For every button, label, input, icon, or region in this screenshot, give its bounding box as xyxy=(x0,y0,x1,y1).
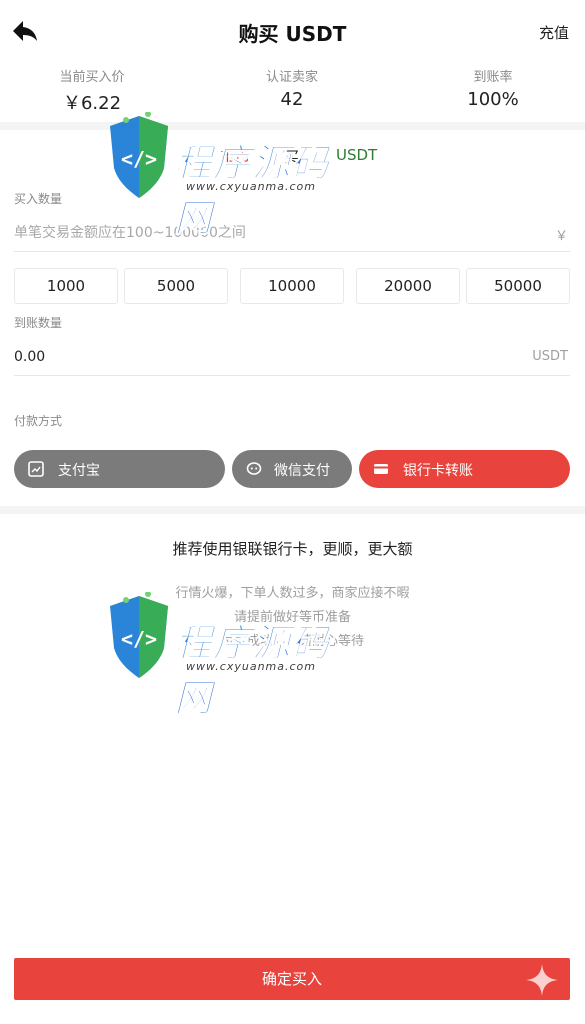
stat-arrival-rate: 到账率 100% xyxy=(413,66,573,110)
watermark-logo: </> 程序源码网 www.cxyuanma.com xyxy=(104,592,354,721)
stat-label: 当前买入价 xyxy=(59,70,125,85)
payment-method-row: 支付宝 微信支付 银行卡转账 xyxy=(14,450,570,488)
payment-label: 银行卡转账 xyxy=(403,463,473,479)
stat-current-price: 当前买入价 ￥6.22 xyxy=(12,66,172,115)
quick-amount-button[interactable]: 20000 xyxy=(356,268,460,304)
payment-method-label: 付款方式 xyxy=(14,414,63,428)
quick-amount-button[interactable]: 10000 xyxy=(240,268,344,304)
payment-label: 支付宝 xyxy=(58,463,100,479)
quick-amount-button[interactable]: 1000 xyxy=(14,268,118,304)
watermark-brand-part1: 程序 xyxy=(173,141,253,186)
receive-amount-row: USDT xyxy=(14,342,570,376)
receive-amount-label: 到账数量 xyxy=(14,316,63,330)
svg-text:</>: </> xyxy=(121,147,157,171)
buy-amount-label: 买入数量 xyxy=(14,192,63,206)
wechat-icon xyxy=(246,462,262,475)
payment-alipay-button[interactable]: 支付宝 xyxy=(14,450,225,488)
receive-amount-input[interactable] xyxy=(14,342,534,372)
stat-value: 42 xyxy=(280,89,304,110)
stat-label: 到账率 xyxy=(473,70,513,85)
quick-amount-button[interactable]: 5000 xyxy=(124,268,228,304)
section-divider xyxy=(0,506,585,514)
payment-wechat-button[interactable]: 微信支付 xyxy=(232,450,352,488)
sparkle-icon xyxy=(526,964,558,996)
page-title: 购买 USDT xyxy=(238,22,347,46)
watermark-url: www.cxyuanma.com xyxy=(186,660,316,673)
payment-label: 微信支付 xyxy=(274,463,330,479)
notice-title: 推荐使用银联银行卡，更顺，更大额 xyxy=(172,540,413,558)
shield-logo-icon: </> xyxy=(110,592,168,678)
usdt-suffix: USDT xyxy=(532,349,568,364)
currency-suffix: ￥ xyxy=(554,229,568,244)
quick-amount-button[interactable]: 50000 xyxy=(466,268,570,304)
top-bar: 购买 USDT 充值 xyxy=(0,0,585,62)
recharge-link[interactable]: 充值 xyxy=(539,22,569,43)
alipay-icon xyxy=(28,461,44,477)
stat-label: 认证卖家 xyxy=(265,70,318,85)
shield-logo-icon: </> xyxy=(110,112,168,198)
watermark-url: www.cxyuanma.com xyxy=(186,180,316,193)
stat-value: 100% xyxy=(467,89,519,110)
stat-certified-sellers: 认证卖家 42 xyxy=(212,66,372,110)
confirm-buy-button[interactable]: 确定买入 xyxy=(14,958,570,1000)
quick-amount-grid: 1000 5000 10000 20000 50000 xyxy=(14,268,570,304)
payment-bank-button[interactable]: 银行卡转账 xyxy=(359,450,570,488)
watermark-logo: </> 程序源码网 www.cxyuanma.com xyxy=(104,112,354,241)
bank-card-icon xyxy=(374,464,388,474)
watermark-brand-part1: 程序 xyxy=(173,621,253,666)
svg-text:</>: </> xyxy=(121,627,157,651)
